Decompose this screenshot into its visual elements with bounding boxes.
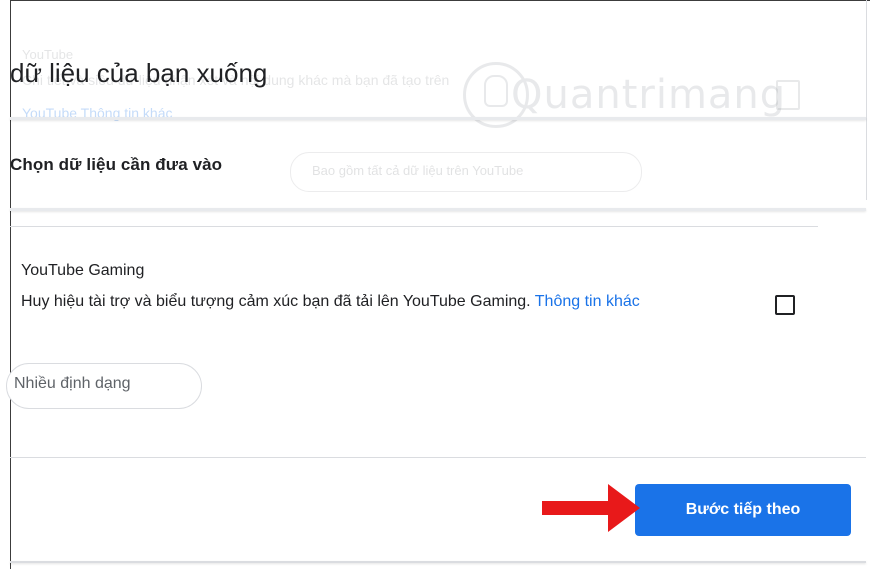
header-divider [10,117,866,120]
watermark: Quantrimang [463,62,793,142]
youtube-gaming-checkbox[interactable] [775,295,795,315]
page-title: dữ liệu của bạn xuống [10,58,268,88]
red-arrow-icon [542,484,640,532]
section-divider [10,208,866,211]
item-description-text: Huy hiệu tài trợ và biểu tượng cảm xúc b… [21,293,535,310]
section-title: Chọn dữ liệu cần đưa vào [10,155,223,174]
item-description: Huy hiệu tài trợ và biểu tượng cảm xúc b… [21,287,761,317]
item-title: YouTube Gaming [21,262,145,279]
footer-divider [10,457,866,458]
frame-right-border [866,0,867,200]
card-bottom-edge [10,561,866,563]
item-top-divider [10,226,818,227]
prev-item-chip-label: Bao gồm tất cả dữ liệu trên YouTube [312,163,524,178]
more-info-link[interactable]: Thông tin khác [535,293,640,310]
frame-top-border [10,0,870,1]
format-chip-label: Nhiều định dạng [14,375,131,392]
watermark-text: Quantrimang [511,72,787,118]
next-step-button[interactable]: Bước tiếp theo [635,484,851,536]
